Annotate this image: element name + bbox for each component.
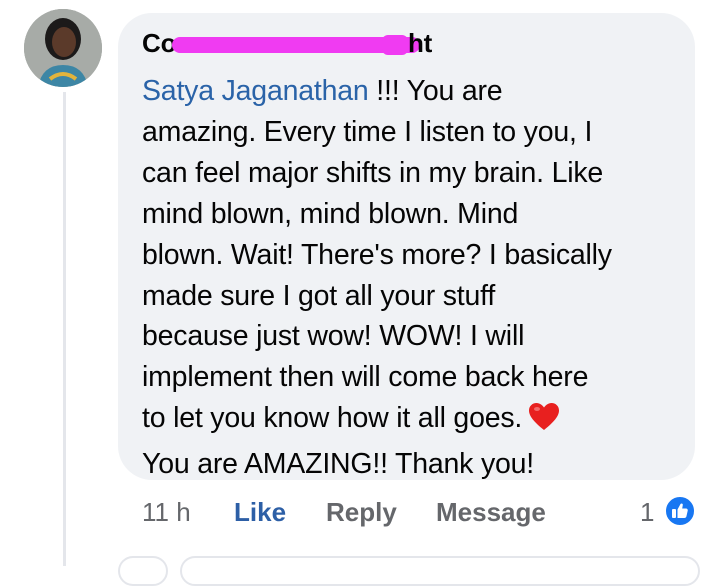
- comment-author[interactable]: Co ht: [142, 25, 442, 61]
- comment-text: Satya Jaganathan !!! You are amazing. Ev…: [142, 71, 671, 485]
- next-comment-avatar: [118, 556, 168, 586]
- avatar-photo: [24, 9, 102, 87]
- comment-line: amazing. Every time I listen to you, I: [142, 115, 593, 148]
- thumbs-up-icon[interactable]: [664, 495, 696, 527]
- reply-button[interactable]: Reply: [326, 495, 397, 529]
- thread-line: [63, 92, 66, 566]
- timestamp-link[interactable]: 11 h: [142, 495, 191, 529]
- comment-line: to let you know how it all goes.: [142, 398, 671, 444]
- comment-line: because just wow! WOW! I will: [142, 320, 525, 353]
- reaction-count[interactable]: 1: [640, 495, 654, 529]
- redaction-mark-end: [382, 35, 408, 55]
- comment-line: You are AMAZING!! Thank you!: [142, 448, 535, 481]
- comment-line: can feel major shifts in my brain. Like: [142, 156, 604, 189]
- comment-bubble: Co ht Satya Jaganathan !!! You are amazi…: [118, 13, 695, 480]
- message-button[interactable]: Message: [436, 495, 546, 529]
- comment-line: made sure I got all your stuff: [142, 279, 496, 312]
- mention-link[interactable]: Satya Jaganathan: [142, 75, 369, 107]
- comment-line: implement then will come back here: [142, 361, 589, 394]
- author-name-end[interactable]: ht: [408, 25, 432, 61]
- like-button[interactable]: Like: [234, 495, 286, 529]
- comment-line: blown. Wait! There's more? I basically: [142, 238, 612, 271]
- avatar[interactable]: [24, 9, 102, 87]
- next-comment-bubble: [180, 556, 700, 586]
- comment-line: mind blown, mind blown. Mind: [142, 197, 519, 230]
- comment-line: Satya Jaganathan !!! You are: [142, 75, 503, 107]
- heart-icon: [528, 402, 560, 444]
